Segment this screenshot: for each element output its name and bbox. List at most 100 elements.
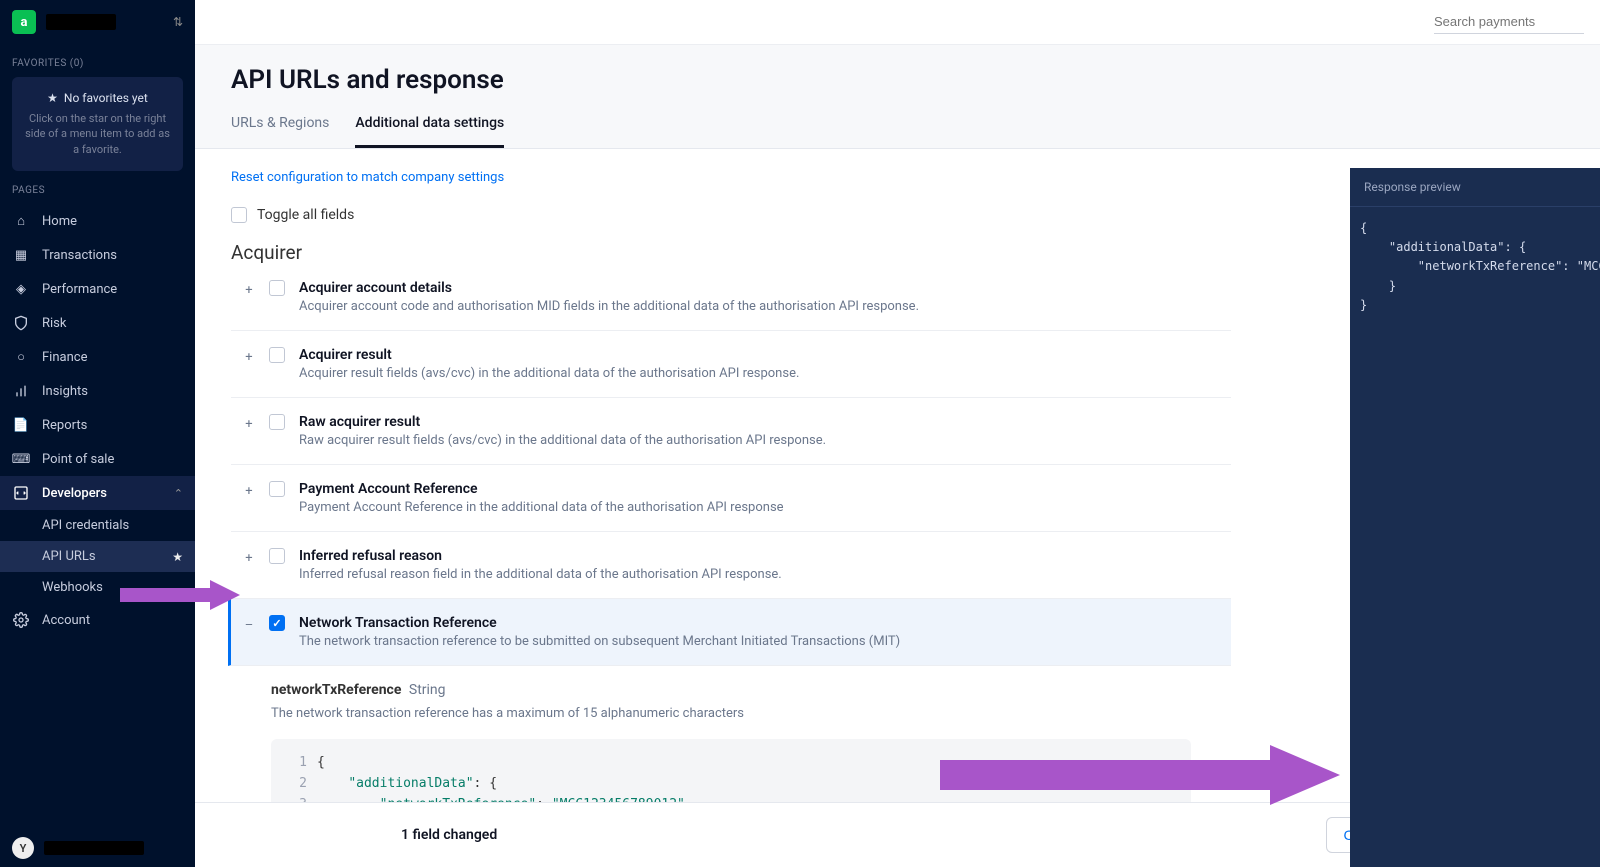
chevron-up-icon: ⌃ [174, 487, 183, 500]
user-menu[interactable]: Y [0, 829, 195, 867]
setting-title: Network Transaction Reference [299, 615, 900, 631]
setting-checkbox[interactable] [269, 615, 285, 631]
setting-title: Payment Account Reference [299, 481, 784, 497]
response-preview-body: { "additionalData": { "networkTxReferenc… [1350, 207, 1600, 327]
tab-additional-data[interactable]: Additional data settings [355, 115, 504, 148]
favorites-empty-box: ★ No favorites yet Click on the star on … [12, 77, 183, 171]
field-desc: The network transaction reference has a … [271, 706, 1191, 721]
setting-desc: Raw acquirer result fields (avs/cvc) in … [299, 433, 826, 448]
top-bar [195, 0, 1600, 45]
sidebar-item-developers[interactable]: Developers ⌃ [0, 476, 195, 510]
pages-heading: PAGES [0, 171, 195, 204]
sidebar-item-label: Risk [42, 316, 66, 331]
tab-urls-regions[interactable]: URLs & Regions [231, 115, 329, 148]
setting-raw-acquirer-result: + Raw acquirer result Raw acquirer resul… [231, 398, 1231, 465]
toggle-all-checkbox[interactable] [231, 207, 247, 223]
org-switcher[interactable]: a ⇅ [0, 0, 195, 44]
sidebar: a ⇅ FAVORITES (0) ★ No favorites yet Cli… [0, 0, 195, 867]
performance-icon: ◈ [12, 280, 30, 298]
sidebar-item-label: Home [42, 214, 77, 229]
expand-icon[interactable]: + [243, 350, 255, 365]
avatar: Y [12, 837, 34, 859]
expand-icon[interactable]: + [243, 417, 255, 432]
toggle-all-label: Toggle all fields [257, 207, 354, 223]
sidebar-item-performance[interactable]: ◈ Performance [0, 272, 195, 306]
expand-icon[interactable]: + [243, 283, 255, 298]
sidebar-sub-api-urls[interactable]: API URLs ★ [0, 541, 195, 572]
setting-desc: Acquirer account code and authorisation … [299, 299, 919, 314]
sidebar-item-insights[interactable]: Insights [0, 374, 195, 408]
favorites-heading: FAVORITES (0) [0, 44, 195, 77]
transactions-icon: ▦ [12, 246, 30, 264]
sidebar-item-pos[interactable]: ⌨ Point of sale [0, 442, 195, 476]
reset-config-link[interactable]: Reset configuration to match company set… [231, 170, 504, 185]
updown-icon: ⇅ [173, 15, 183, 29]
tabs: URLs & Regions Additional data settings [231, 115, 1564, 148]
setting-title: Acquirer result [299, 347, 799, 363]
reports-icon: 📄 [12, 416, 30, 434]
logo-icon: a [12, 10, 36, 34]
pos-icon: ⌨ [12, 450, 30, 468]
sidebar-item-label: Webhooks [42, 580, 103, 595]
sidebar-item-risk[interactable]: Risk [0, 306, 195, 340]
setting-desc: Payment Account Reference in the additio… [299, 500, 784, 515]
sidebar-item-label: Account [42, 613, 90, 628]
sidebar-item-label: Developers [42, 486, 107, 501]
setting-acquirer-account-details: + Acquirer account details Acquirer acco… [231, 264, 1231, 331]
field-type: String [409, 682, 446, 698]
sidebar-item-label: Insights [42, 384, 88, 399]
setting-checkbox[interactable] [269, 414, 285, 430]
setting-acquirer-result: + Acquirer result Acquirer result fields… [231, 331, 1231, 398]
changed-count: 1 field changed [401, 827, 497, 843]
annotation-arrow-2 [940, 745, 1340, 805]
expand-icon[interactable]: + [243, 484, 255, 499]
setting-payment-account-reference: + Payment Account Reference Payment Acco… [231, 465, 1231, 532]
setting-title: Raw acquirer result [299, 414, 826, 430]
finance-icon: ○ [12, 348, 30, 366]
sidebar-item-label: Transactions [42, 248, 117, 263]
gear-icon [12, 611, 30, 629]
shield-icon [12, 314, 30, 332]
setting-title: Acquirer account details [299, 280, 919, 296]
code-icon [12, 484, 30, 502]
sidebar-item-home[interactable]: ⌂ Home [0, 204, 195, 238]
expand-icon[interactable]: + [243, 551, 255, 566]
setting-title: Inferred refusal reason [299, 548, 782, 564]
no-favorites-title: No favorites yet [64, 91, 148, 105]
setting-desc: Inferred refusal reason field in the add… [299, 567, 782, 582]
setting-desc: Acquirer result fields (avs/cvc) in the … [299, 366, 799, 381]
sidebar-item-transactions[interactable]: ▦ Transactions [0, 238, 195, 272]
sidebar-item-label: API credentials [42, 518, 129, 533]
setting-network-transaction-reference: – Network Transaction Reference The netw… [228, 599, 1231, 666]
setting-desc: The network transaction reference to be … [299, 634, 900, 649]
setting-inferred-refusal-reason: + Inferred refusal reason Inferred refus… [231, 532, 1231, 599]
star-icon[interactable]: ★ [172, 550, 183, 564]
org-name-redacted [46, 14, 116, 30]
search-input[interactable] [1434, 10, 1584, 34]
field-name: networkTxReference [271, 682, 401, 698]
sidebar-item-finance[interactable]: ○ Finance [0, 340, 195, 374]
user-name-redacted [44, 841, 144, 855]
response-preview-header: Response preview [1350, 168, 1600, 207]
sidebar-item-reports[interactable]: 📄 Reports [0, 408, 195, 442]
bar-chart-icon [12, 382, 30, 400]
page-title: API URLs and response [231, 65, 1564, 95]
sidebar-sub-api-credentials[interactable]: API credentials [0, 510, 195, 541]
sidebar-item-label: Finance [42, 350, 87, 365]
collapse-icon[interactable]: – [243, 618, 255, 633]
sidebar-item-label: Reports [42, 418, 87, 433]
setting-checkbox[interactable] [269, 481, 285, 497]
star-icon: ★ [47, 91, 58, 105]
annotation-arrow-1 [120, 580, 240, 610]
no-favorites-desc: Click on the star on the right side of a… [22, 111, 173, 157]
section-title-acquirer: Acquirer [231, 241, 1231, 264]
page-header: API URLs and response URLs & Regions Add… [195, 45, 1600, 149]
sidebar-item-label: Point of sale [42, 452, 114, 467]
response-preview-panel: Response preview { "additionalData": { "… [1350, 168, 1600, 867]
home-icon: ⌂ [12, 212, 30, 230]
sidebar-item-label: Performance [42, 282, 117, 297]
sidebar-item-label: API URLs [42, 549, 96, 564]
setting-checkbox[interactable] [269, 280, 285, 296]
setting-checkbox[interactable] [269, 548, 285, 564]
setting-checkbox[interactable] [269, 347, 285, 363]
